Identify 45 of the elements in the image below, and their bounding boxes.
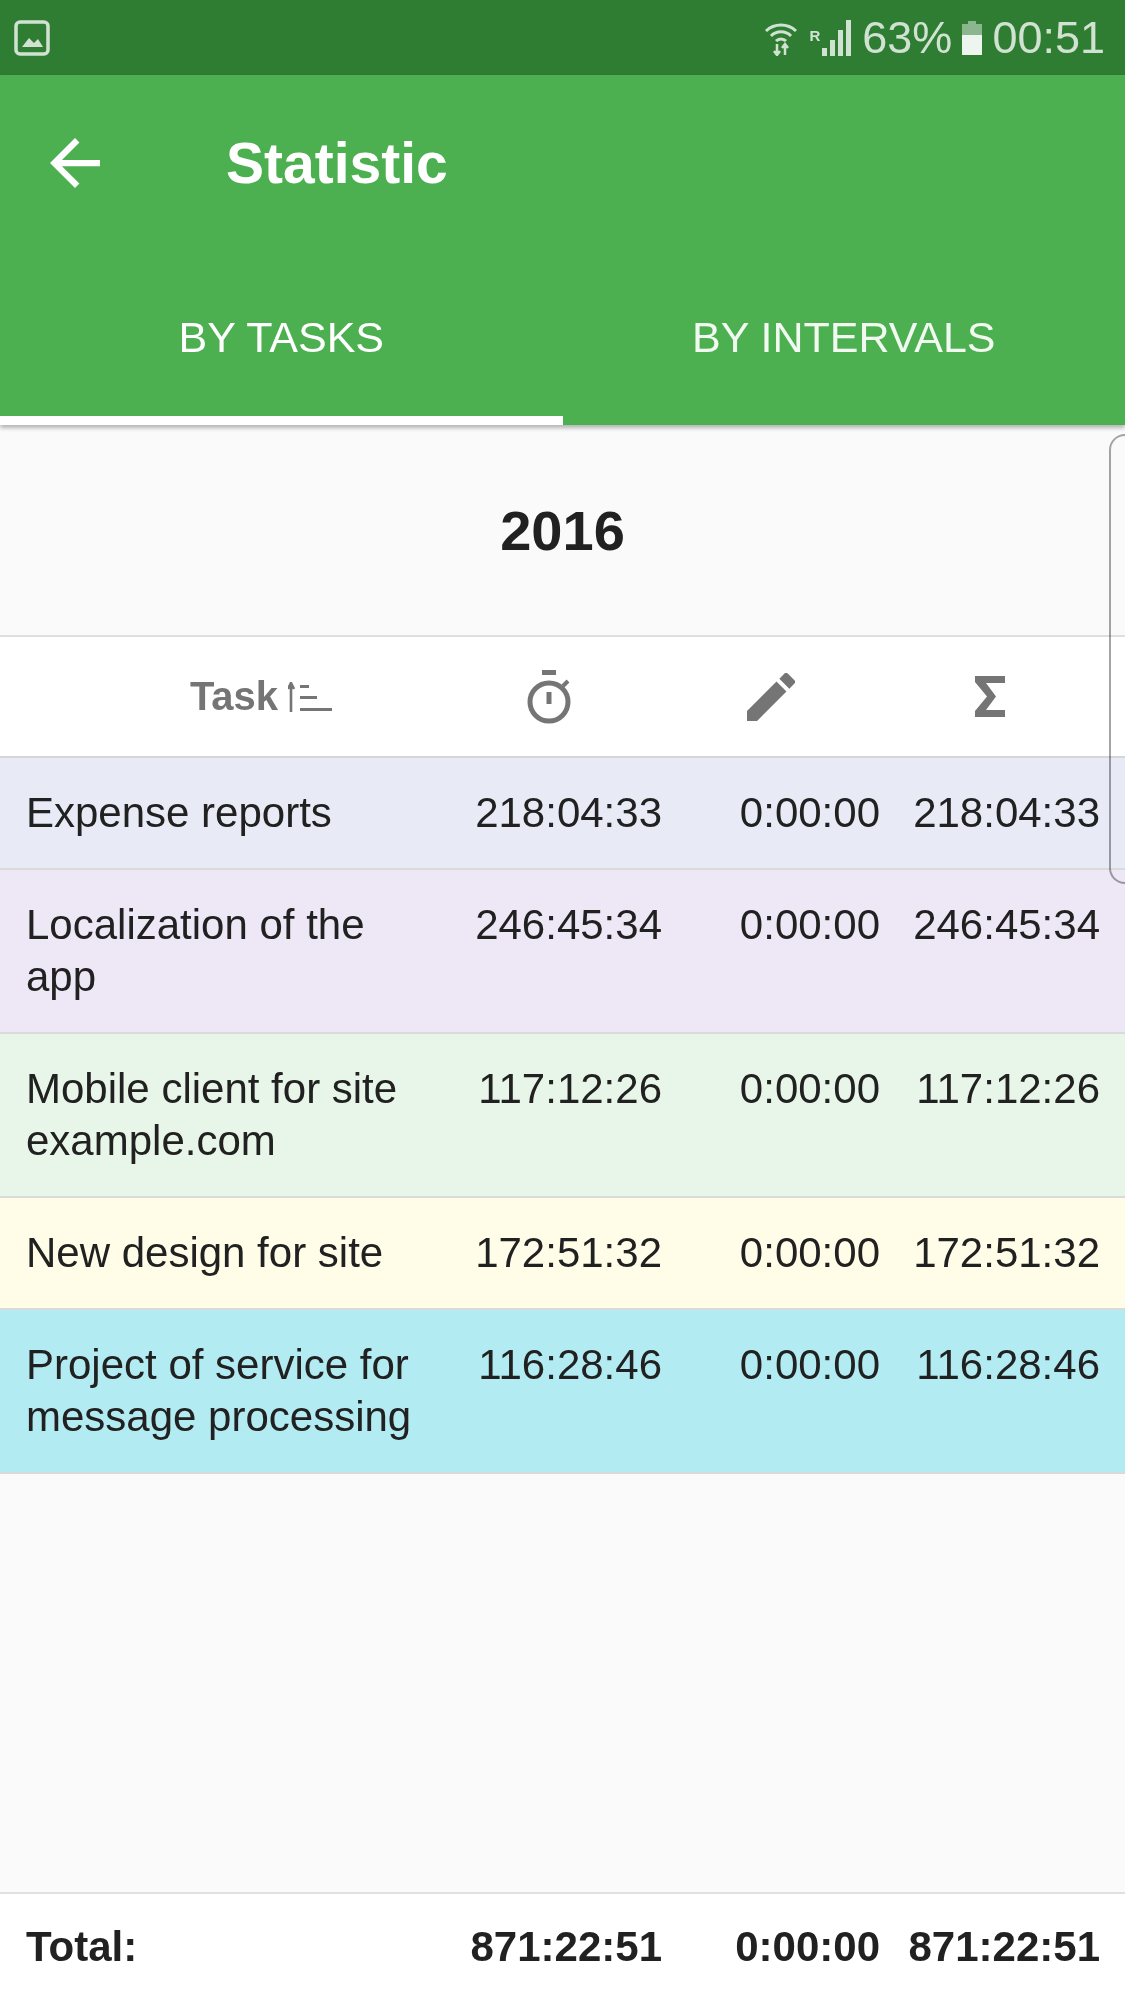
sort-ascending-icon xyxy=(288,681,333,712)
time-cell-text: 116:28:46 xyxy=(478,1340,662,1390)
time-cell-text: 246:45:34 xyxy=(475,900,662,950)
total-time: 871:22:51 xyxy=(470,1922,662,1972)
task-name-cell-text: Expense reports xyxy=(26,788,333,838)
time-cell-text: 0:00:00 xyxy=(739,1340,880,1390)
time-cell-text: 218:04:33 xyxy=(475,788,662,838)
task-sort-button[interactable]: Task xyxy=(189,674,333,719)
clock-time: 00:51 xyxy=(992,11,1105,64)
task-name-cell-text: Project of service for message processing xyxy=(26,1340,413,1442)
battery-icon xyxy=(962,20,983,55)
task-row[interactable]: Project of service for message processing 116:28:46 0:00:00 116:28:46 xyxy=(0,1310,1125,1474)
task-name-cell-text: New design for site xyxy=(26,1228,385,1278)
pencil-icon[interactable] xyxy=(747,672,795,721)
screen-title: Statistic xyxy=(226,129,448,196)
time-cell-text: 0:00:00 xyxy=(739,788,880,838)
task-row[interactable]: Mobile client for site example.com 117:12:26 0:00:00 117:12:26 xyxy=(0,1034,1125,1198)
task-name-cell-text: Mobile client for site example.com xyxy=(26,1064,399,1166)
year-title: 2016 xyxy=(500,497,625,563)
battery-percent: 63% xyxy=(862,11,953,64)
time-cell-text: 0:00:00 xyxy=(739,1064,880,1114)
edge-panel-handle[interactable] xyxy=(1109,434,1125,884)
time-cell-text: 172:51:32 xyxy=(475,1228,662,1278)
picture-icon xyxy=(14,19,50,56)
time-cell-text: 117:12:26 xyxy=(478,1064,662,1114)
total-label: Total: xyxy=(26,1922,139,1972)
time-cell-text: 116:28:46 xyxy=(916,1340,1100,1390)
total-time: 0:00:00 xyxy=(735,1922,880,1972)
time-cell-text: 0:00:00 xyxy=(739,900,880,950)
sigma-icon[interactable] xyxy=(974,676,1006,717)
back-arrow-icon xyxy=(50,137,100,188)
time-cell-text: 0:00:00 xyxy=(739,1228,880,1278)
time-cell-text: 246:45:34 xyxy=(913,900,1100,950)
stopwatch-icon[interactable] xyxy=(525,669,573,724)
time-cell-text: 218:04:33 xyxy=(913,788,1100,838)
task-name-cell-text: Localization of the app xyxy=(26,900,366,1002)
task-row[interactable]: Expense reports 218:04:33 0:00:00 218:04:33 xyxy=(0,758,1125,870)
time-cell-text: 172:51:32 xyxy=(913,1228,1100,1278)
task-row[interactable]: Localization of the app 246:45:34 0:00:00 246:45:34 xyxy=(0,870,1125,1034)
task-row[interactable]: New design for site 172:51:32 0:00:00 172:51:32 xyxy=(0,1198,1125,1310)
time-cell-text: 117:12:26 xyxy=(916,1064,1100,1114)
back-button[interactable] xyxy=(50,137,100,188)
total-time: 871:22:51 xyxy=(908,1922,1100,1972)
signal-icon xyxy=(822,19,853,56)
roaming-indicator: R xyxy=(809,27,821,43)
